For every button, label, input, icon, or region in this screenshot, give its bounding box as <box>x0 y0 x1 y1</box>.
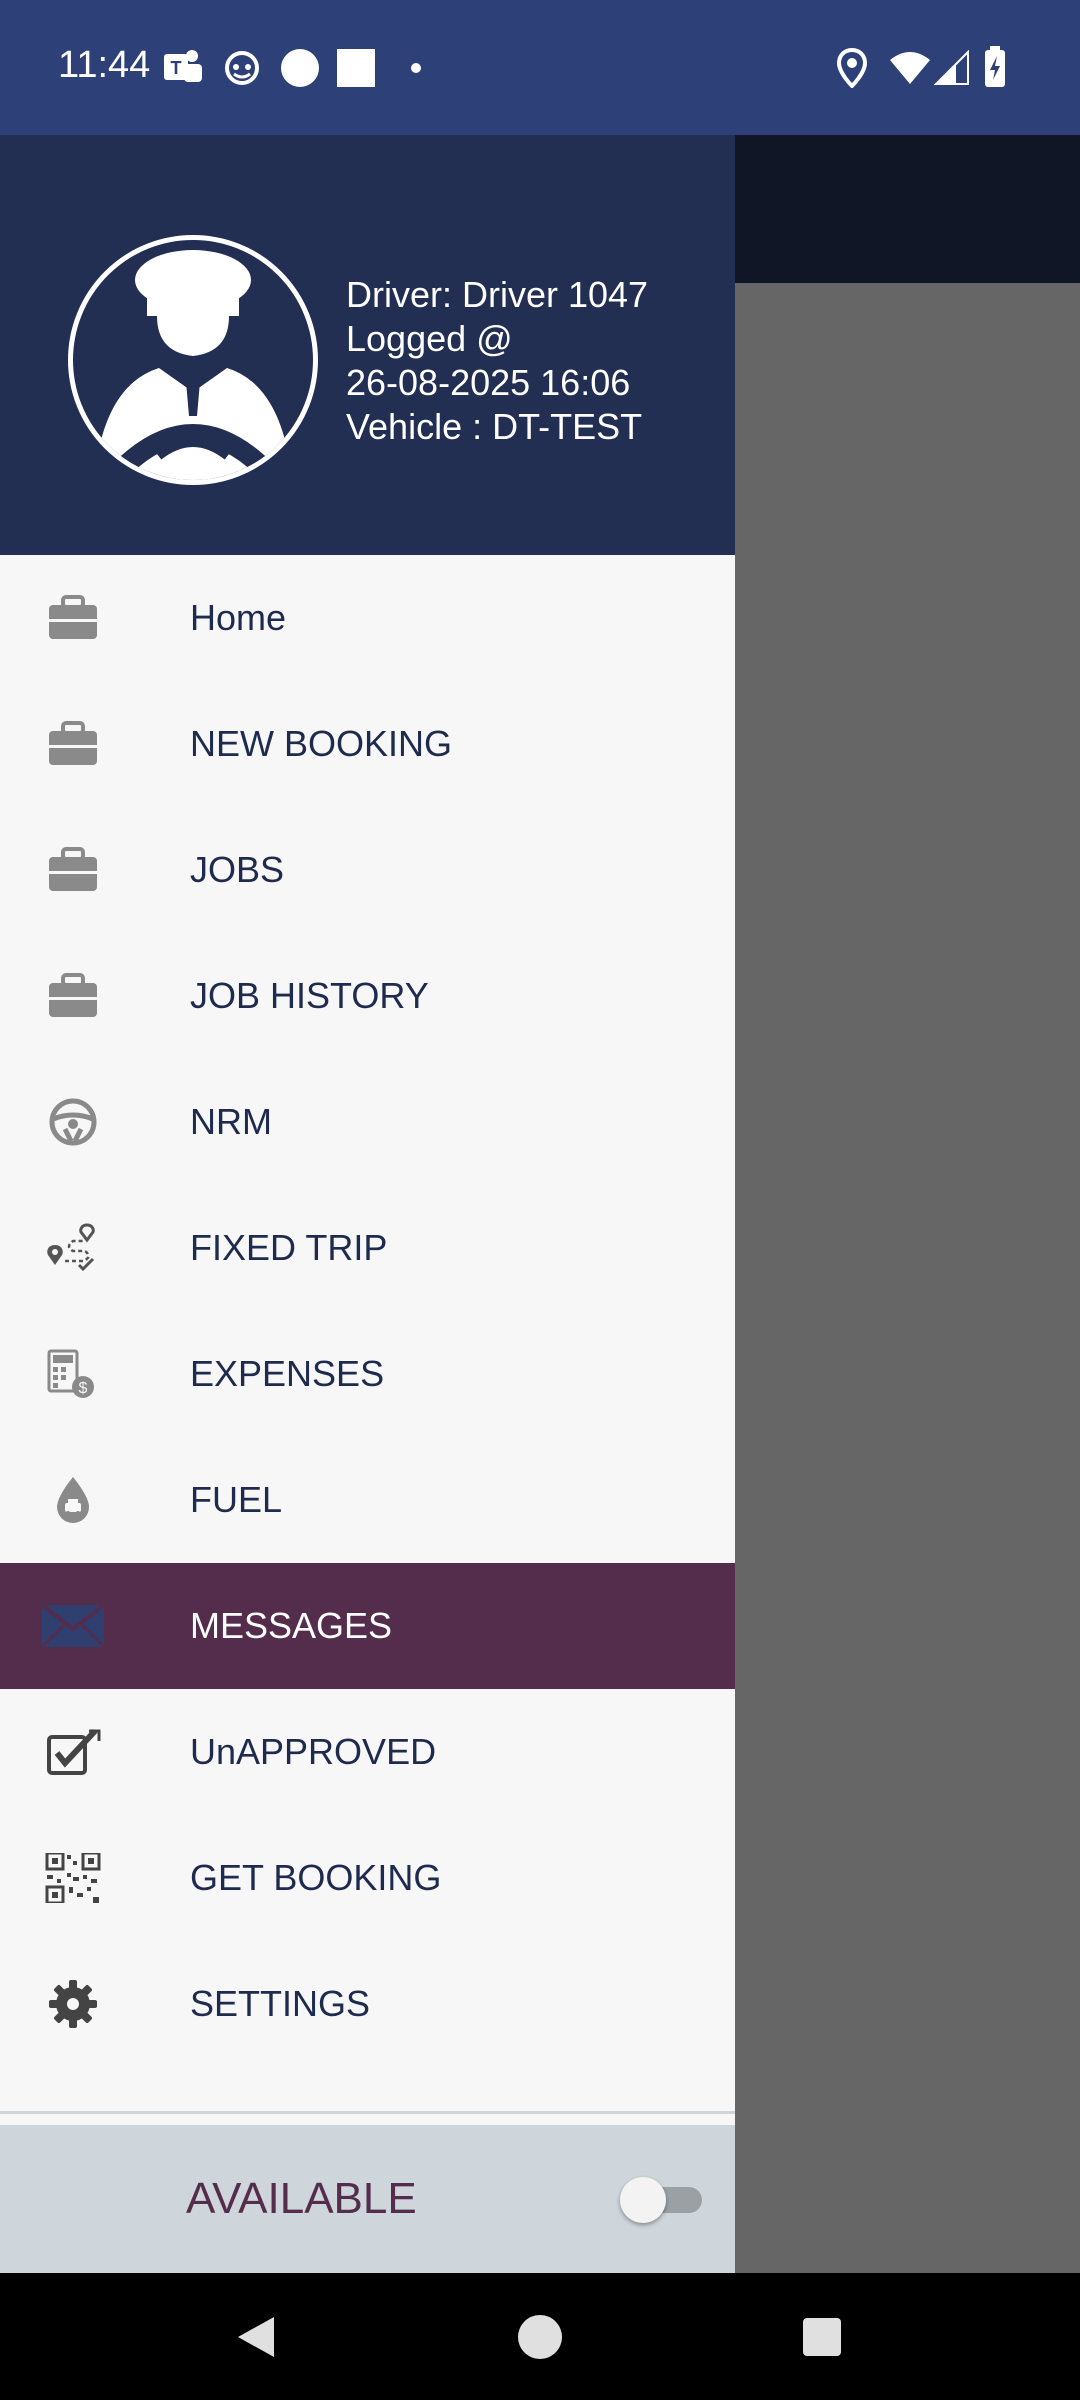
availability-toggle[interactable] <box>620 2177 704 2223</box>
route-icon <box>47 1223 95 1272</box>
fuel-drop-icon <box>57 1477 89 1523</box>
calculator-dollar-icon: $ <box>47 1349 94 1398</box>
drawer-menu: Home NEW BOOKING JOBS JOB HISTORY NRM FI… <box>0 555 735 2067</box>
face-icon <box>225 51 259 85</box>
menu-item-label: SETTINGS <box>190 1983 371 2024</box>
menu-item-label: UnAPPROVED <box>190 1731 437 1772</box>
dot-icon <box>411 63 421 73</box>
toggle-knob <box>620 2177 666 2223</box>
menu-item-label: Home <box>190 597 287 638</box>
menu-item-nrm[interactable]: NRM <box>0 1059 735 1185</box>
circle-icon <box>281 49 319 87</box>
menu-item-label: GET BOOKING <box>190 1857 442 1898</box>
square-icon <box>337 49 375 87</box>
steering-wheel-icon <box>49 1098 97 1146</box>
menu-item-settings[interactable]: SETTINGS <box>0 1941 735 2067</box>
menu-item-label: EXPENSES <box>190 1353 385 1394</box>
signal-icon <box>934 50 969 85</box>
svg-text:$: $ <box>79 1380 88 1397</box>
menu-item-fuel[interactable]: FUEL <box>0 1437 735 1563</box>
drawer-header: Driver: Driver 1047 Logged @ 26-08-2025 … <box>0 135 735 555</box>
login-label: Logged @ <box>346 318 513 359</box>
menu-item-new-booking[interactable]: NEW BOOKING <box>0 681 735 807</box>
menu-item-unapproved[interactable]: UnAPPROVED <box>0 1689 735 1815</box>
driver-name: Driver: Driver 1047 <box>346 274 649 315</box>
login-datetime: 26-08-2025 16:06 <box>346 362 631 403</box>
menu-item-fixed-trip[interactable]: FIXED TRIP <box>0 1185 735 1311</box>
briefcase-icon <box>49 721 97 765</box>
driver-avatar <box>68 235 318 485</box>
menu-item-label: MESSAGES <box>190 1605 393 1646</box>
menu-item-messages[interactable]: MESSAGES <box>0 1563 735 1689</box>
briefcase-icon <box>49 595 97 639</box>
menu-item-label: NEW BOOKING <box>190 723 453 764</box>
menu-item-label: FUEL <box>190 1479 283 1520</box>
menu-item-label: NRM <box>190 1101 272 1142</box>
menu-item-job-history[interactable]: JOB HISTORY <box>0 933 735 1059</box>
status-bar: 11:44 T <box>0 0 1080 135</box>
drawer-divider <box>0 2111 735 2114</box>
menu-item-get-booking[interactable]: GET BOOKING <box>0 1815 735 1941</box>
gear-icon <box>49 1980 97 2028</box>
wifi-icon <box>890 52 930 84</box>
availability-row: AVAILABLE <box>0 2125 735 2273</box>
menu-item-jobs[interactable]: JOBS <box>0 807 735 933</box>
menu-item-label: FIXED TRIP <box>190 1227 388 1268</box>
teams-icon: T <box>164 50 202 82</box>
menu-item-home[interactable]: Home <box>0 555 735 681</box>
home-icon[interactable] <box>516 2313 564 2361</box>
menu-item-label: JOB HISTORY <box>190 975 429 1016</box>
briefcase-icon <box>49 973 97 1017</box>
location-icon <box>836 48 868 88</box>
battery-icon <box>985 46 1005 87</box>
envelope-icon <box>40 1603 106 1649</box>
system-nav-bar <box>0 2273 1080 2400</box>
menu-item-expenses[interactable]: $ EXPENSES <box>0 1311 735 1437</box>
recents-icon[interactable] <box>802 2317 842 2357</box>
drawer-scrim[interactable] <box>735 283 1080 2273</box>
menu-item-label: JOBS <box>190 849 285 890</box>
vehicle-id: Vehicle : DT-TEST <box>346 406 643 447</box>
svg-text:T: T <box>171 58 182 78</box>
back-icon[interactable] <box>234 2313 278 2361</box>
status-time: 11:44 <box>58 44 151 86</box>
checkbox-icon <box>47 1728 101 1775</box>
driver-info: Driver: Driver 1047 Logged @ 26-08-2025 … <box>346 273 648 449</box>
driver-icon <box>93 250 293 480</box>
briefcase-icon <box>49 847 97 891</box>
navigation-drawer: Driver: Driver 1047 Logged @ 26-08-2025 … <box>0 135 735 2273</box>
qr-code-icon <box>45 1853 101 1903</box>
availability-label: AVAILABLE <box>186 2174 417 2223</box>
app-toolbar <box>735 135 1080 283</box>
